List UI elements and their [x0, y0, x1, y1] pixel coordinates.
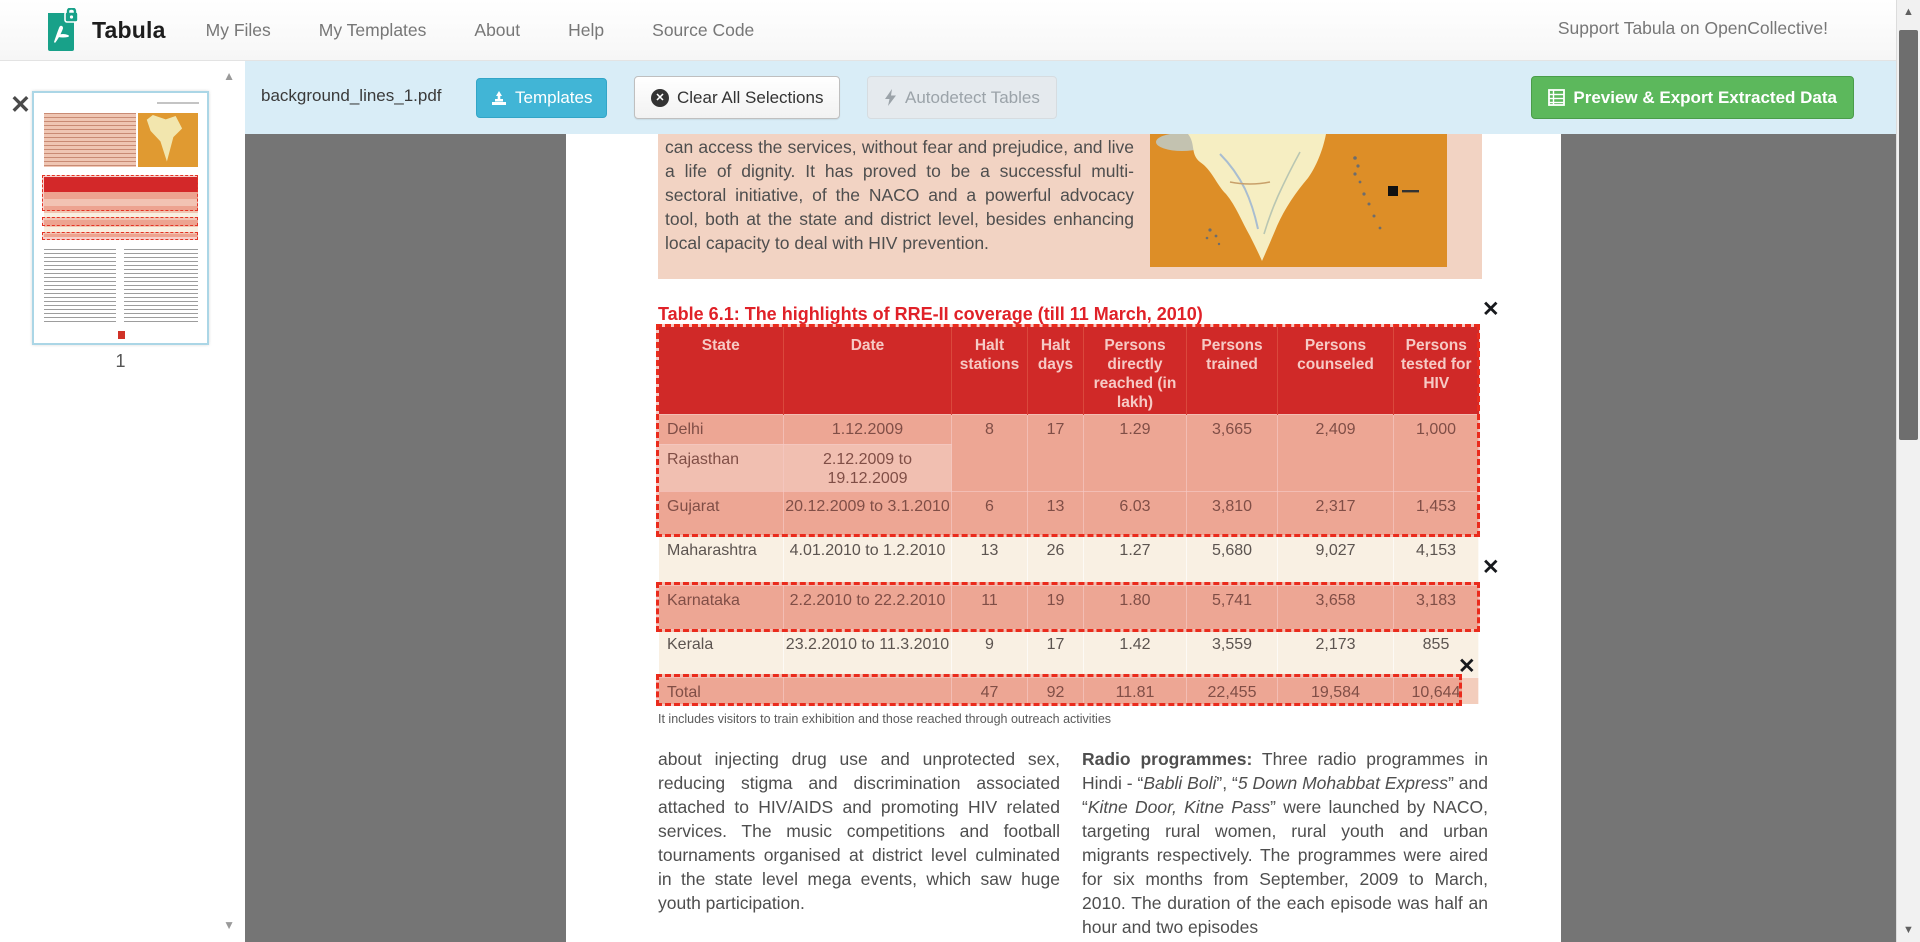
text-segment: Radio programmes:	[1082, 749, 1252, 769]
templates-button-label: Templates	[515, 88, 592, 108]
thumbnail-page-number[interactable]: 1	[32, 351, 209, 372]
table-export-icon	[1548, 89, 1565, 106]
thumbnail-selection-marker	[42, 232, 198, 240]
remove-selection-2-button[interactable]: ✕	[1482, 557, 1500, 578]
preview-export-button[interactable]: Preview & Export Extracted Data	[1531, 76, 1854, 119]
table-cell: 4.01.2010 to 1.2.2010	[784, 535, 952, 585]
table-cell: 26	[1028, 535, 1084, 585]
sidebar-scroll-down-icon[interactable]: ▼	[223, 918, 235, 932]
tabula-app: Tabula My Files My Templates About Help Sour…	[0, 0, 1920, 942]
support-link[interactable]: Support Tabula on OpenCollective!	[1558, 18, 1828, 39]
text-segment: 5 Down Mohabbat Express	[1238, 773, 1448, 793]
table-cell: 2,173	[1278, 629, 1394, 677]
thumbnail-header-text	[157, 102, 199, 104]
body-text-left-column: about injecting drug use and unprotected…	[658, 747, 1060, 915]
table-cell: 1.27	[1084, 535, 1187, 585]
thumbnail-selection-marker	[42, 217, 198, 226]
text-segment: Kitne Door, Kitne Pass	[1088, 797, 1270, 817]
workspace: background_lines_1.pdf Templates ✕ Clear…	[245, 61, 1896, 942]
table-cell: 9	[952, 629, 1028, 677]
body-text-right-column: Radio programmes: Three radio programmes…	[1082, 747, 1488, 939]
thumbnail-right-column	[124, 249, 198, 325]
selection-region-1[interactable]	[656, 324, 1480, 537]
lock-icon	[65, 9, 78, 23]
table-cell: 1.42	[1084, 629, 1187, 677]
tabula-logo-icon	[42, 8, 82, 52]
thumbnail-page-mark	[118, 331, 125, 339]
thumbnail-map-land	[146, 115, 184, 163]
table-title: Table 6.1: The highlights of RRE-II cove…	[658, 304, 1203, 325]
clear-all-selections-button[interactable]: ✕ Clear All Selections	[634, 76, 840, 119]
nav-item-about[interactable]: About	[474, 20, 520, 41]
table-cell: 3,559	[1187, 629, 1278, 677]
nav-item-source-code[interactable]: Source Code	[652, 20, 754, 41]
selection-region-2[interactable]	[656, 582, 1480, 632]
thumbnail-map	[138, 113, 198, 167]
autodetect-tables-button-disabled[interactable]: Autodetect Tables	[867, 76, 1057, 119]
selection-region-3[interactable]	[656, 674, 1462, 706]
scrollbar-down-arrow-icon[interactable]: ▼	[1897, 918, 1920, 942]
page-sidebar: ✕ ▲ 1 ▼	[0, 61, 245, 942]
export-button-label: Preview & Export Extracted Data	[1573, 88, 1837, 108]
table-footnote: It includes visitors to train exhibition…	[658, 712, 1111, 726]
remove-page-icon[interactable]: ✕	[10, 93, 31, 118]
thumbnail-selection-marker	[42, 175, 198, 211]
document-filename: background_lines_1.pdf	[261, 86, 442, 106]
intro-paragraph: can access the services, without fear an…	[658, 134, 1142, 279]
table-row-maharashtra: Maharashtra4.01.2010 to 1.2.201013261.27…	[659, 535, 1479, 585]
thumbnail-table	[44, 177, 198, 237]
remove-selection-1-button[interactable]: ✕	[1482, 299, 1500, 320]
control-toolbar: background_lines_1.pdf Templates ✕ Clear…	[245, 61, 1896, 134]
text-segment: Babli Boli	[1143, 773, 1216, 793]
pdf-page[interactable]: can access the services, without fear an…	[566, 134, 1561, 942]
text-segment: ” were launched by NACO, targeting rural…	[1082, 797, 1488, 937]
nav-menu: My Files My Templates About Help Source Code	[206, 20, 755, 41]
sidebar-scroll-up-icon[interactable]: ▲	[223, 69, 235, 83]
thumbnail-intro-paragraph	[44, 113, 136, 167]
remove-selection-3-button[interactable]: ✕	[1458, 656, 1476, 677]
table-cell: 23.2.2010 to 11.3.2010	[784, 629, 952, 677]
text-segment: ”, “	[1216, 773, 1237, 793]
brand-name: Tabula	[92, 17, 166, 44]
table-cell: Maharashtra	[659, 535, 784, 585]
map-legend-swatch	[1388, 186, 1419, 196]
nav-item-help[interactable]: Help	[568, 20, 604, 41]
thumbnail-left-column	[44, 249, 116, 325]
table-row-kerala: Kerala23.2.2010 to 11.3.20109171.423,559…	[659, 629, 1479, 677]
scrollbar-up-arrow-icon[interactable]: ▲	[1897, 0, 1920, 24]
window-scrollbar[interactable]: ▲ ▼	[1896, 0, 1920, 942]
india-map	[1150, 134, 1447, 267]
templates-button[interactable]: Templates	[476, 78, 607, 118]
pdf-canvas[interactable]: can access the services, without fear an…	[245, 134, 1896, 942]
table-cell: 9,027	[1278, 535, 1394, 585]
table-cell: 13	[952, 535, 1028, 585]
nav-item-my-templates[interactable]: My Templates	[319, 20, 427, 41]
page-thumbnail[interactable]	[32, 91, 209, 345]
scrollbar-thumb[interactable]	[1899, 30, 1918, 440]
map-frame	[1142, 134, 1482, 279]
clear-button-label: Clear All Selections	[677, 88, 823, 108]
clear-selections-icon: ✕	[651, 89, 669, 107]
autodetect-button-label: Autodetect Tables	[905, 88, 1040, 108]
table-cell: 4,153	[1394, 535, 1479, 585]
table-cell: 5,680	[1187, 535, 1278, 585]
lightning-bolt-icon	[884, 89, 897, 106]
nav-item-my-files[interactable]: My Files	[206, 20, 271, 41]
table-cell: Kerala	[659, 629, 784, 677]
top-navbar: Tabula My Files My Templates About Help Sour…	[0, 0, 1920, 61]
templates-icon	[491, 90, 507, 106]
table-cell: 17	[1028, 629, 1084, 677]
brand-home-link[interactable]: Tabula	[42, 8, 166, 52]
